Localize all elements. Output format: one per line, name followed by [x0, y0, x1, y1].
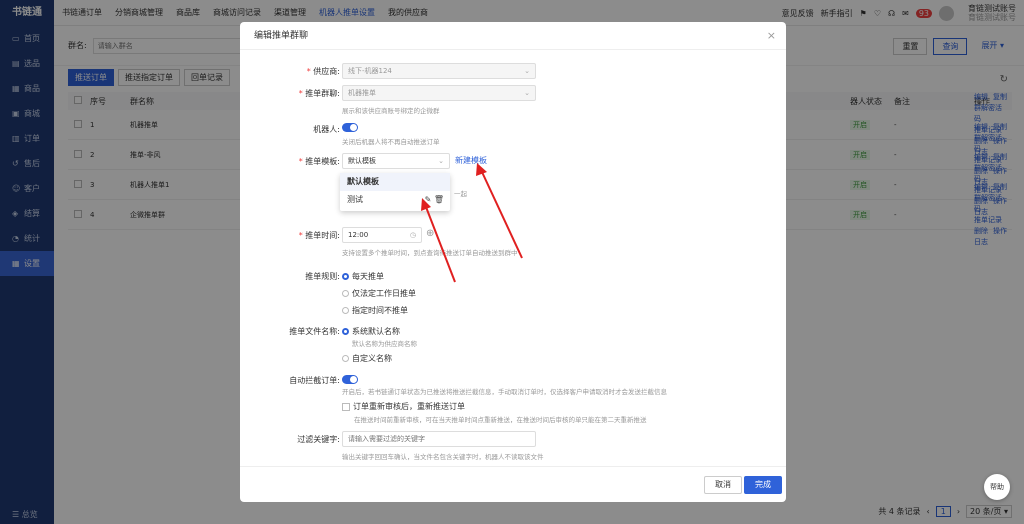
chevron-down-icon: ⌄ — [524, 89, 530, 97]
keyword-input[interactable] — [342, 431, 536, 447]
edit-icon[interactable]: ✎ — [425, 195, 432, 204]
rule-radio-skip[interactable] — [342, 307, 349, 314]
help-button[interactable]: 帮助 — [984, 474, 1010, 500]
add-time-icon[interactable]: ⊕ — [426, 228, 434, 239]
filename-radio-custom[interactable] — [342, 355, 349, 362]
filename-label: 推单文件名称: — [289, 327, 340, 336]
keyword-label: 过滤关键字: — [297, 435, 340, 444]
keyword-hint: 输出关键字回回车确认，当文件名包含关键字时，机器人不读取该文件 — [342, 453, 544, 461]
time-input[interactable]: 12:00 ◷ — [342, 227, 422, 243]
rule-radio-daily[interactable] — [342, 273, 349, 280]
robot-label: 机器人: — [313, 125, 340, 134]
robot-toggle[interactable] — [342, 123, 358, 132]
edit-group-modal: 编辑推单群聊 × * 供应商: 线下-机器124 ⌄ * 推单群聊: 机器推单 ⌄ … — [240, 22, 786, 502]
recheck-hint: 在推送时间前重新审核，可在当天推单时间点重新推送，在推送时间后审核的单只能在第二… — [354, 416, 647, 424]
clock-icon: ◷ — [409, 231, 416, 239]
chevron-down-icon: ⌄ — [438, 157, 444, 165]
group-label: 推单群聊: — [305, 89, 340, 98]
intercept-hint: 开启后，若书链通订单状态为已推送将推送拦截信息，手动取消订单时，仅选择客户申请取… — [342, 388, 667, 396]
supplier-select: 线下-机器124 ⌄ — [342, 63, 536, 79]
recheck-label: 订单重新审核后，重新推送订单 — [353, 402, 465, 411]
template-label: 推单模板: — [305, 157, 340, 166]
intercept-toggle[interactable] — [342, 375, 358, 384]
rule-radio-workday[interactable] — [342, 290, 349, 297]
group-select: 机器推单 ⌄ — [342, 85, 536, 101]
rule-option-workday: 仅法定工作日推单 — [352, 289, 416, 298]
modal-body: * 供应商: 线下-机器124 ⌄ * 推单群聊: 机器推单 ⌄ 展示和该供应商账号… — [240, 50, 786, 466]
template-dropdown: 默认模板 测试 ✎ 🗑 — [340, 173, 450, 211]
supplier-label: 供应商: — [313, 67, 340, 76]
cancel-button[interactable]: 取消 — [704, 476, 742, 494]
intercept-label: 自动拦截订单: — [289, 376, 340, 385]
group-hint: 展示和该供应商账号绑定的企微群 — [342, 107, 440, 115]
rule-label: 推单规则: — [305, 272, 340, 281]
recheck-checkbox[interactable] — [342, 402, 350, 411]
template-option-default[interactable]: 默认模板 — [340, 173, 450, 191]
filename-option-default: 系统默认名称 — [352, 327, 400, 336]
template-hint-tail: 一起 — [454, 190, 467, 198]
modal-title: 编辑推单群聊 — [240, 22, 786, 50]
rule-option-daily: 每天推单 — [352, 272, 384, 281]
modal-footer: 取消 完成 — [240, 466, 786, 502]
robot-hint: 关闭后机器人将不再自动推送订单 — [342, 138, 440, 146]
filename-radio-default[interactable] — [342, 328, 349, 335]
confirm-button[interactable]: 完成 — [744, 476, 782, 494]
filename-hint: 默认名称为供应商名称 — [352, 340, 417, 348]
rule-option-skip: 指定时间不推单 — [352, 306, 408, 315]
close-icon[interactable]: × — [767, 22, 776, 50]
template-select[interactable]: 默认模板 ⌄ — [342, 153, 450, 169]
new-template-link[interactable]: 新建模板 — [455, 155, 487, 166]
filename-option-custom: 自定义名称 — [352, 354, 392, 363]
delete-icon[interactable]: 🗑 — [434, 195, 444, 204]
time-label: 推单时间: — [305, 231, 340, 240]
chevron-down-icon: ⌄ — [524, 67, 530, 75]
template-option-test[interactable]: 测试 ✎ 🗑 — [340, 191, 450, 209]
time-hint: 支持设置多个推单时间，到点查询待推送订单自动推送到群中 — [342, 249, 518, 257]
